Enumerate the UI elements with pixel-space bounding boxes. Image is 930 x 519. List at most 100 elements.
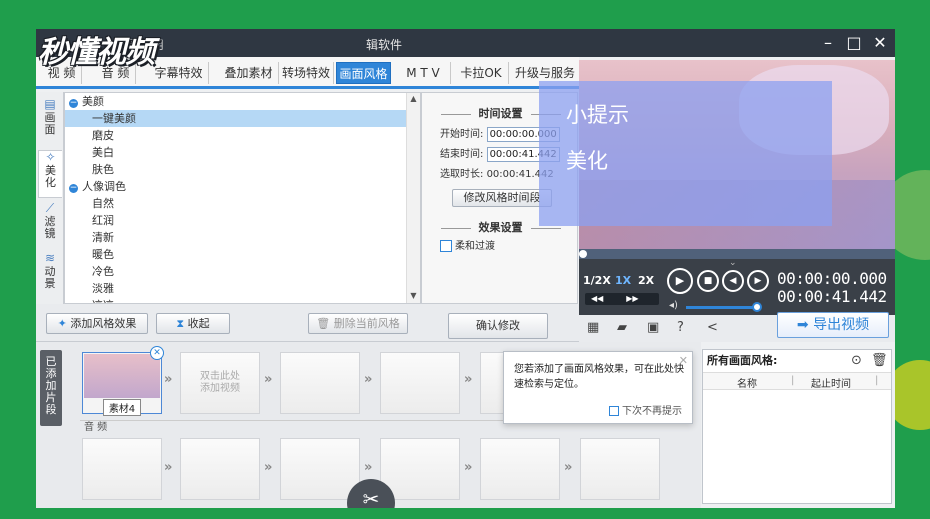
export-video-button[interactable]: ➡ 导出视频	[777, 312, 889, 338]
dont-show-again-checkbox[interactable]: 下次不再提示	[609, 402, 682, 417]
progress-bar[interactable]	[579, 249, 895, 259]
tip-message: 您若添加了画面风格效果，可在此处快速检索与定位。	[514, 364, 684, 390]
audio-slot[interactable]	[180, 438, 260, 500]
list-item[interactable]: 凉凉	[65, 297, 420, 303]
hint-overlay: 小提示 美化	[539, 81, 832, 226]
trash-icon[interactable]: 🗑	[871, 353, 888, 368]
audio-slot[interactable]	[280, 438, 360, 500]
chevron-up-icon[interactable]: ▲	[407, 93, 420, 105]
snapshot-icon[interactable]: ▦	[587, 320, 599, 335]
modify-time-button[interactable]: 修改风格时间段	[452, 189, 552, 207]
volume-slider[interactable]	[686, 306, 756, 309]
arrow-icon: »	[464, 372, 473, 387]
add-style-effect-button[interactable]: ✦ 添加风格效果	[46, 313, 148, 334]
vtab-beautify[interactable]: ✧ 美化	[38, 150, 62, 198]
arrow-icon: »	[464, 460, 473, 475]
save-icon[interactable]: ▣	[647, 320, 659, 335]
add-video-hint: 双击此处 添加视频	[200, 371, 240, 394]
hint-title: 小提示	[566, 103, 629, 127]
folder-icon[interactable]: ▰	[617, 320, 627, 335]
checkbox-icon[interactable]	[440, 240, 452, 252]
tab-picture-style[interactable]: 画面风格	[336, 62, 391, 84]
checkbox-icon[interactable]	[609, 406, 619, 416]
video-clip-1[interactable]: 素材4	[82, 352, 162, 416]
speed-slider[interactable]: ◀◀ ▶▶	[585, 293, 659, 305]
watermark-logo: 秒懂视频	[38, 35, 155, 70]
col-divider: |	[791, 375, 795, 386]
list-item[interactable]: 淡雅	[65, 280, 420, 297]
title-bar: 易易用 辑软件 – □ ✕	[36, 29, 895, 57]
chevron-down-icon[interactable]: ⌄	[729, 258, 737, 268]
list-item[interactable]: 美白	[65, 144, 420, 161]
list-item[interactable]: 清新	[65, 229, 420, 246]
video-slot[interactable]	[380, 352, 460, 414]
stop-button[interactable]: ■	[697, 270, 719, 292]
wave-icon: ≋	[44, 251, 56, 265]
list-group[interactable]: − 美颜	[65, 93, 420, 110]
play-button[interactable]: ▶	[667, 268, 693, 294]
locate-icon[interactable]: ⊙	[851, 353, 862, 368]
arrow-icon: »	[264, 372, 273, 387]
speed-half-button[interactable]: 1/2X	[583, 274, 611, 287]
help-icon[interactable]: ?	[677, 320, 684, 335]
clip-name: 素材4	[103, 399, 141, 416]
list-scrollbar[interactable]: ▲ ▼	[406, 93, 420, 303]
chevron-down-icon[interactable]: ▼	[407, 290, 420, 302]
list-item[interactable]: 肤色	[65, 161, 420, 178]
next-frame-button[interactable]: ▶	[747, 270, 769, 292]
speed-2x-button[interactable]: 2X	[638, 274, 654, 287]
list-item[interactable]: 红润	[65, 212, 420, 229]
app-title: 易易用 辑软件	[128, 38, 403, 52]
audio-slot[interactable]	[580, 438, 660, 500]
tab-mtv[interactable]: M T V	[396, 62, 451, 84]
list-item[interactable]: 一键美颜	[65, 110, 420, 127]
magic-wand-icon: ✦	[57, 317, 67, 330]
tab-subtitle-effects[interactable]: 字幕特效	[149, 62, 209, 84]
added-segments-tab[interactable]: 已添加片段	[40, 350, 62, 426]
list-item[interactable]: 暖色	[65, 246, 420, 263]
arrow-icon: »	[264, 460, 273, 475]
add-video-slot[interactable]: 双击此处 添加视频	[180, 352, 260, 414]
tab-transition[interactable]: 转场特效	[279, 62, 334, 84]
audio-slot[interactable]	[82, 438, 162, 500]
volume-icon[interactable]: ◂)	[669, 300, 678, 311]
video-slot[interactable]	[280, 352, 360, 414]
styles-table-header: 名称 | 起止时间 |	[703, 372, 891, 390]
app-window: 易易用 辑软件 – □ ✕ 视 频 音 频 字幕特效 叠加素材 转场特效 画面风格…	[36, 29, 895, 508]
list-item[interactable]: 冷色	[65, 263, 420, 280]
col-divider: |	[875, 375, 879, 386]
filter-icon: ⟋	[45, 201, 55, 215]
share-icon[interactable]: <	[707, 320, 718, 335]
style-list: − 美颜 一键美颜 磨皮 美白 肤色 − 人像调色 自然 红润 清新 暖色 冷色 淡…	[64, 92, 421, 304]
list-item[interactable]: 自然	[65, 195, 420, 212]
vtab-picture[interactable]: ▤ 画面	[38, 98, 62, 144]
remove-clip-icon[interactable]: ✕	[150, 346, 164, 360]
confirm-modify-button[interactable]: 确认修改	[448, 313, 548, 339]
progress-knob[interactable]	[579, 250, 587, 258]
arrow-icon: »	[164, 372, 173, 387]
prev-frame-button[interactable]: ◀	[722, 270, 744, 292]
close-button[interactable]: ✕	[868, 32, 892, 54]
tab-karaoke[interactable]: 卡拉OK	[454, 62, 509, 84]
delete-current-style-button[interactable]: 🗑 删除当前风格	[308, 313, 408, 334]
vtab-motion[interactable]: ≋ 动景	[38, 252, 62, 298]
collapse-icon: −	[69, 183, 78, 193]
clip-thumbnail	[84, 354, 160, 398]
hint-body: 美化	[566, 149, 608, 173]
col-name: 名称	[737, 379, 757, 390]
collapse-button[interactable]: ⧗ 收起	[156, 313, 230, 334]
volume-knob[interactable]	[752, 302, 762, 312]
col-start-end: 起止时间	[811, 379, 851, 390]
tab-overlay[interactable]: 叠加素材	[219, 62, 279, 84]
soft-transition-checkbox[interactable]: 柔和过渡	[440, 239, 495, 255]
maximize-button[interactable]: □	[842, 32, 866, 54]
current-time: 00:00:00.000	[777, 269, 887, 288]
image-icon: ▤	[44, 97, 56, 111]
minimize-button[interactable]: –	[816, 32, 840, 54]
audio-slot[interactable]	[480, 438, 560, 500]
list-item[interactable]: 磨皮	[65, 127, 420, 144]
magic-wand-icon: ✧	[45, 150, 56, 164]
vtab-filter[interactable]: ⟋ 滤镜	[38, 202, 62, 248]
list-group[interactable]: − 人像调色	[65, 178, 420, 195]
speed-1x-button[interactable]: 1X	[615, 274, 631, 287]
